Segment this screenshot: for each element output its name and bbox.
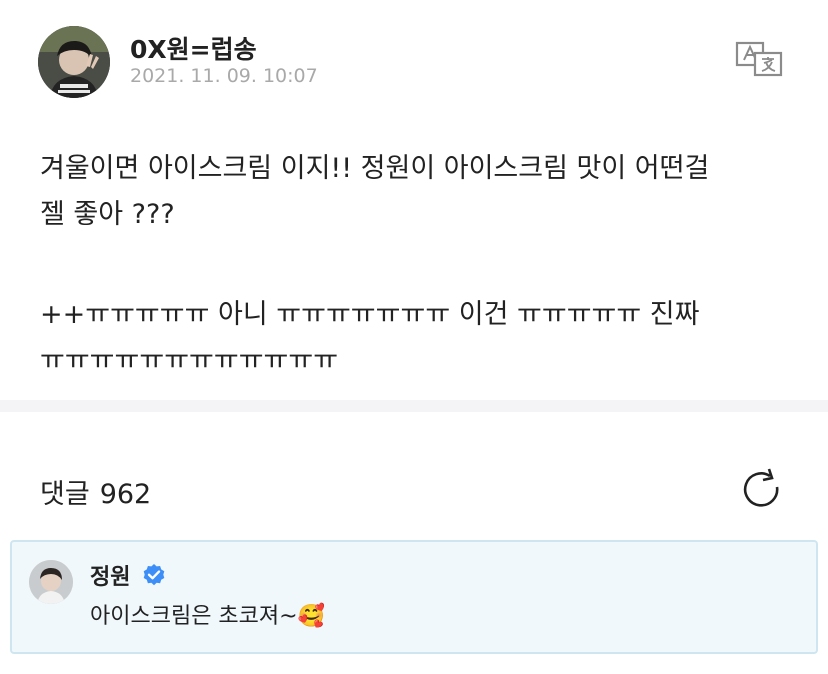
translate-button[interactable] (734, 40, 786, 78)
post-body-line: 겨울이면 아이스크림 이지!! 정원이 아이스크림 맛이 어떤걸 (40, 153, 710, 184)
comments-header: 댓글 962 (40, 472, 151, 511)
post-body-line: ㅠㅠㅠㅠㅠㅠㅠㅠㅠㅠㅠㅠ (40, 345, 339, 376)
commenter-avatar[interactable] (29, 560, 73, 604)
post-timestamp: 2021. 11. 09. 10:07 (130, 65, 318, 87)
verified-badge-icon (142, 563, 166, 587)
section-divider (0, 400, 828, 412)
post: 0X원=럽송 2021. 11. 09. 10:07 겨울이면 아이스크림 이지… (0, 0, 828, 400)
post-body-line: 젤 좋아 ??? (40, 199, 175, 230)
refresh-icon (743, 468, 779, 507)
comments-count: 962 (99, 479, 152, 510)
post-body: 겨울이면 아이스크림 이지!! 정원이 아이스크림 맛이 어떤걸 젤 좋아 ??… (40, 146, 800, 384)
refresh-button[interactable] (738, 466, 784, 512)
post-author-name[interactable]: 0X원=럽송 (130, 30, 257, 66)
translate-icon (735, 41, 783, 77)
comment-text-body: 아이스크림은 초코져~ (90, 604, 298, 629)
comments-label: 댓글 (40, 479, 90, 510)
pinned-comment: 정원 아이스크림은 초코져~🥰 (10, 540, 818, 654)
commenter-name[interactable]: 정원 (90, 559, 130, 591)
comment-text: 아이스크림은 초코져~🥰 (90, 598, 325, 630)
author-avatar[interactable] (38, 26, 110, 98)
commenter-avatar-image (29, 560, 73, 604)
post-body-line: ++ㅠㅠㅠㅠㅠ 아니 ㅠㅠㅠㅠㅠㅠㅠ 이건 ㅠㅠㅠㅠㅠ 진짜 (40, 299, 700, 330)
smiling-face-hearts-icon: 🥰 (297, 604, 325, 629)
avatar-image (38, 26, 110, 98)
